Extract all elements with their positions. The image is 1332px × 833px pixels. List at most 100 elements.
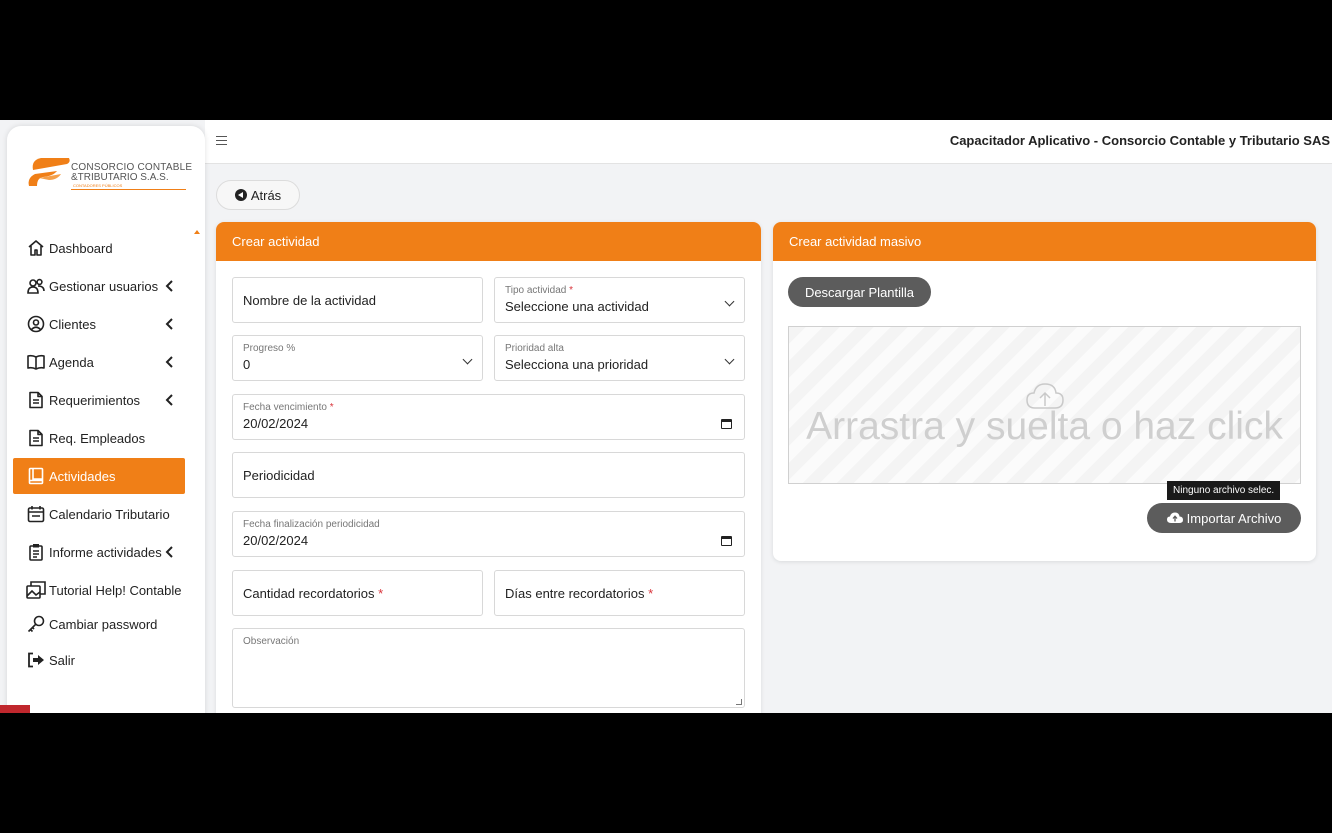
due-date-value: 20/02/2024 bbox=[243, 416, 309, 431]
sidebar-item-label: Requerimientos bbox=[49, 392, 141, 408]
required-mark: * bbox=[378, 586, 384, 601]
sidebar-item-label: Agenda bbox=[49, 354, 94, 370]
sidebar-item-calendario-tributario[interactable]: Calendario Tributario bbox=[13, 496, 185, 532]
logo-mark-icon bbox=[28, 158, 70, 186]
logo-text-line2: &TRIBUTARIO S.A.S. bbox=[71, 172, 169, 183]
periodicity-end-date-input[interactable]: Fecha finalización periodicidad 20/02/20… bbox=[232, 511, 745, 557]
days-between-placeholder: Días entre recordatorios bbox=[505, 586, 645, 601]
logo-text-line3: CONTADORES PÚBLICOS bbox=[73, 183, 123, 188]
activity-type-label: Tipo actividad bbox=[505, 285, 567, 296]
days-between-reminders-input[interactable]: Días entre recordatorios * bbox=[494, 570, 745, 616]
activity-type-value: Seleccione una actividad bbox=[505, 299, 649, 314]
sidebar-item-actividades[interactable]: Actividades bbox=[13, 458, 185, 494]
sidebar-item-label: Dashboard bbox=[49, 240, 113, 256]
images-icon bbox=[26, 580, 46, 600]
chevron-left-icon bbox=[163, 356, 175, 368]
menu-icon[interactable] bbox=[216, 136, 227, 145]
sidebar-item-label: Clientes bbox=[49, 316, 96, 332]
scroll-up-icon[interactable] bbox=[194, 230, 200, 234]
due-date-input[interactable]: Fecha vencimiento * 20/02/2024 bbox=[232, 394, 745, 440]
chevron-left-icon bbox=[163, 280, 175, 292]
import-file-label: Importar Archivo bbox=[1186, 510, 1282, 526]
sidebar-item-label: Tutorial Help! Contable bbox=[49, 582, 182, 598]
book-open-icon bbox=[26, 352, 46, 372]
calendar-icon bbox=[26, 504, 46, 524]
periodicity-input[interactable]: Periodicidad bbox=[232, 452, 745, 498]
logout-icon bbox=[26, 650, 46, 670]
activity-name-input[interactable]: Nombre de la actividad bbox=[232, 277, 483, 323]
calendar-icon[interactable] bbox=[721, 536, 732, 546]
sidebar-item-salir[interactable]: Salir bbox=[13, 642, 185, 678]
required-mark: * bbox=[329, 402, 334, 413]
periodicity-placeholder: Periodicidad bbox=[243, 468, 315, 483]
chevron-down-icon bbox=[724, 296, 735, 307]
sidebar-item-agenda[interactable]: Agenda bbox=[13, 344, 185, 380]
file-dropzone[interactable]: Arrastra y suelta o haz click bbox=[788, 326, 1301, 484]
due-date-label: Fecha vencimiento bbox=[243, 402, 327, 413]
file-tooltip: Ninguno archivo selec. bbox=[1167, 481, 1281, 500]
sidebar-item-req-empleados[interactable]: Req. Empleados bbox=[13, 420, 185, 456]
reminders-count-input[interactable]: Cantidad recordatorios * bbox=[232, 570, 483, 616]
periodicity-end-date-label: Fecha finalización periodicidad bbox=[243, 519, 380, 530]
user-circle-icon bbox=[26, 314, 46, 334]
sidebar-item-label: Salir bbox=[49, 652, 76, 668]
progress-select[interactable]: Progreso % 0 bbox=[232, 335, 483, 381]
sidebar-item-clientes[interactable]: Clientes bbox=[13, 306, 185, 342]
create-activity-card: Crear actividad Nombre de la actividad T… bbox=[216, 222, 761, 713]
chevron-left-icon bbox=[163, 546, 175, 558]
document-icon bbox=[26, 428, 46, 448]
sidebar-item-tutorial[interactable]: Tutorial Help! Contable bbox=[13, 572, 185, 608]
sidebar-item-label: Req. Empleados bbox=[49, 430, 146, 446]
required-mark: * bbox=[569, 285, 574, 296]
observation-textarea[interactable]: Observación bbox=[232, 628, 745, 708]
users-icon bbox=[26, 276, 46, 296]
sidebar-item-label: Calendario Tributario bbox=[49, 506, 170, 522]
company-logo: CONSORCIO CONTABLE &TRIBUTARIO S.A.S. CO… bbox=[27, 156, 192, 200]
sidebar-item-label: Cambiar password bbox=[49, 616, 158, 632]
report-icon bbox=[26, 542, 46, 562]
dropzone-text: Arrastra y suelta o haz click bbox=[806, 405, 1283, 448]
sidebar-item-label: Actividades bbox=[49, 468, 116, 484]
progress-value: 0 bbox=[243, 357, 251, 372]
book-icon bbox=[26, 466, 46, 486]
priority-select[interactable]: Prioridad alta Selecciona una prioridad bbox=[494, 335, 745, 381]
sidebar-item-gestionar-usuarios[interactable]: Gestionar usuarios bbox=[13, 268, 185, 304]
progress-label: Progreso % bbox=[243, 343, 296, 354]
chevron-down-icon bbox=[462, 354, 473, 365]
sidebar-item-label: Informe actividades bbox=[49, 544, 162, 560]
observation-label: Observación bbox=[243, 636, 300, 647]
priority-value: Selecciona una prioridad bbox=[505, 357, 649, 372]
bulk-create-card: Crear actividad masivo Descargar Plantil… bbox=[773, 222, 1316, 561]
top-bar: Capacitador Aplicativo - Consorcio Conta… bbox=[205, 120, 1332, 164]
activity-type-select[interactable]: Tipo actividad * Seleccione una activida… bbox=[494, 277, 745, 323]
sidebar-item-dashboard[interactable]: Dashboard bbox=[13, 230, 185, 266]
sidebar: CONSORCIO CONTABLE &TRIBUTARIO S.A.S. CO… bbox=[7, 126, 205, 713]
required-mark: * bbox=[648, 586, 654, 601]
priority-label: Prioridad alta bbox=[505, 343, 564, 354]
cloud-upload-icon bbox=[1166, 512, 1183, 523]
key-icon bbox=[26, 614, 46, 634]
import-file-button[interactable]: Importar Archivo bbox=[1147, 503, 1301, 533]
document-icon bbox=[26, 390, 46, 410]
create-activity-header: Crear actividad bbox=[216, 222, 761, 261]
calendar-icon[interactable] bbox=[721, 419, 732, 429]
arrow-left-circle-icon bbox=[234, 189, 247, 201]
page-title: Capacitador Aplicativo - Consorcio Conta… bbox=[949, 133, 1330, 148]
reminders-count-placeholder: Cantidad recordatorios bbox=[243, 586, 375, 601]
floating-tab[interactable] bbox=[0, 705, 30, 713]
sidebar-item-cambiar-password[interactable]: Cambiar password bbox=[13, 606, 185, 642]
home-icon bbox=[26, 238, 46, 258]
sidebar-item-informe-actividades[interactable]: Informe actividades bbox=[13, 534, 185, 570]
download-template-button[interactable]: Descargar Plantilla bbox=[788, 277, 931, 307]
app-viewport: Capacitador Aplicativo - Consorcio Conta… bbox=[0, 120, 1332, 713]
sidebar-item-requerimientos[interactable]: Requerimientos bbox=[13, 382, 185, 418]
chevron-down-icon bbox=[724, 354, 735, 365]
activity-name-placeholder: Nombre de la actividad bbox=[243, 293, 376, 308]
sidebar-item-label: Gestionar usuarios bbox=[49, 278, 159, 294]
back-button-label: Atrás bbox=[250, 187, 282, 203]
chevron-left-icon bbox=[163, 318, 175, 330]
bulk-create-header: Crear actividad masivo bbox=[773, 222, 1316, 261]
periodicity-end-date-value: 20/02/2024 bbox=[243, 533, 309, 548]
resize-handle-icon[interactable] bbox=[736, 699, 742, 705]
back-button[interactable]: Atrás bbox=[216, 180, 300, 210]
